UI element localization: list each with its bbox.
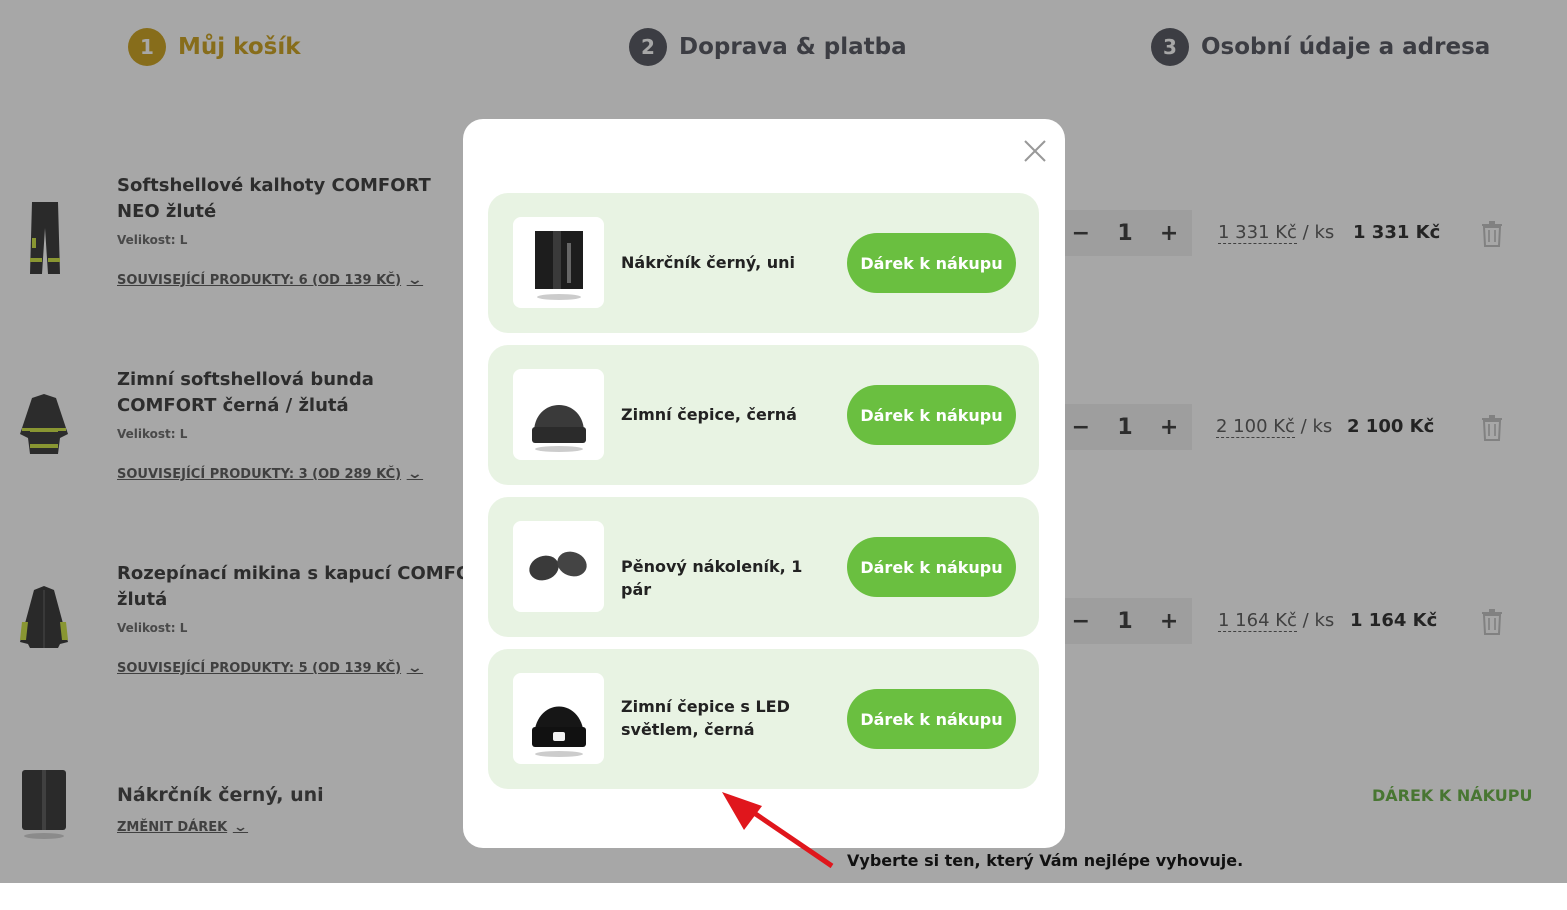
gift-thumbnail xyxy=(513,521,604,612)
select-gift-button[interactable]: Dárek k nákupu xyxy=(847,689,1016,749)
annotation-text: Vyberte si ten, který Vám nejlépe vyhovu… xyxy=(847,851,1244,870)
gift-option: Nákrčník černý, uni Dárek k nákupu xyxy=(488,193,1039,333)
gift-name: Nákrčník černý, uni xyxy=(621,253,796,272)
knee-pads-image xyxy=(528,551,587,580)
gift-name: Zimní čepice s LED světlem, černá xyxy=(621,697,790,739)
annotation-arrow-icon xyxy=(722,792,834,869)
select-gift-button[interactable]: Dárek k nákupu xyxy=(847,385,1016,445)
gift-thumbnail xyxy=(513,217,604,308)
select-gift-button[interactable]: Dárek k nákupu xyxy=(847,537,1016,597)
gift-name: Pěnový nákoleník, 1 pár xyxy=(621,557,803,599)
neck-gaiter-image xyxy=(534,230,583,300)
gift-option: Zimní čepice s LED světlem, černá Dárek … xyxy=(488,649,1039,789)
gift-selection-modal: Nákrčník černý, uni Dárek k nákupu Zimní… xyxy=(463,119,1065,848)
gift-thumbnail xyxy=(513,369,604,460)
beanie-image xyxy=(531,404,586,452)
gift-name: Zimní čepice, černá xyxy=(621,405,797,424)
gift-option: Zimní čepice, černá Dárek k nákupu xyxy=(488,345,1039,485)
select-gift-button[interactable]: Dárek k nákupu xyxy=(847,233,1016,293)
gift-option: Pěnový nákoleník, 1 pár Dárek k nákupu xyxy=(488,497,1039,637)
led-beanie-image xyxy=(531,706,586,757)
close-icon[interactable] xyxy=(1021,137,1049,165)
gift-thumbnail xyxy=(513,673,604,764)
